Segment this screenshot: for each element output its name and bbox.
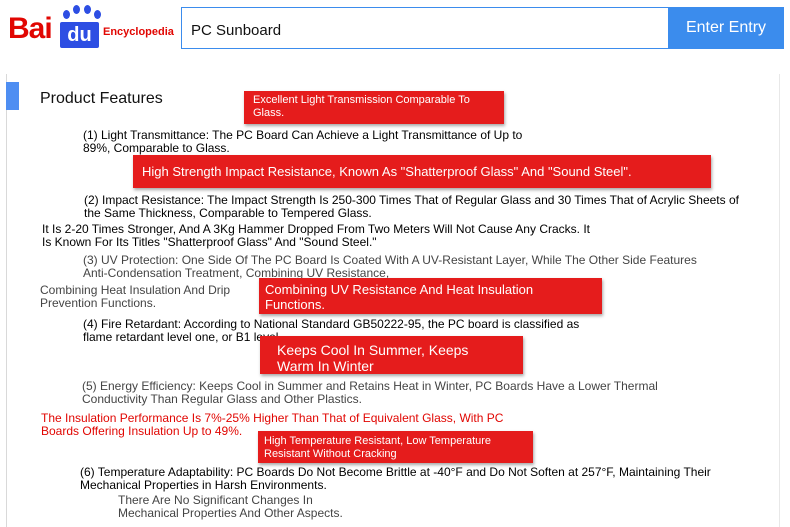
content-right-border [779, 74, 780, 527]
paragraph-temperature-adaptability: (6) Temperature Adaptability: PC Boards … [80, 465, 711, 492]
paw-toe-3 [84, 5, 91, 14]
section-title: Product Features [40, 90, 163, 107]
paragraph-impact-note: It Is 2-20 Times Stronger, And A 3Kg Ham… [42, 222, 590, 249]
callout-light-transmission: Excellent Light Transmission Comparable … [244, 91, 504, 124]
callout-temperature-resistance: High Temperature Resistant, Low Temperat… [258, 431, 533, 463]
logo-bai-text: Bai [8, 12, 53, 45]
enter-entry-button[interactable]: Enter Entry [668, 7, 784, 49]
paragraph-uv-protection: (3) UV Protection: One Side Of The PC Bo… [83, 253, 697, 280]
paw-toe-4 [94, 10, 101, 19]
paragraph-impact-resistance: (2) Impact Resistance: The Impact Streng… [84, 193, 739, 220]
section-marker [6, 82, 19, 110]
paragraph-temperature-note: There Are No Significant Changes In Mech… [118, 493, 343, 520]
callout-impact-strength: High Strength Impact Resistance, Known A… [133, 155, 711, 188]
baidu-logo[interactable]: Bai du Encyclopedia [0, 0, 180, 60]
paragraph-light-transmittance: (1) Light Transmittance: The PC Board Ca… [83, 128, 523, 155]
content-left-border [6, 74, 7, 527]
callout-uv-heat-insulation: Combining UV Resistance And Heat Insulat… [259, 278, 602, 314]
callout-cool-warm: Keeps Cool In Summer, Keeps Warm In Wint… [260, 336, 523, 374]
paragraph-uv-note: Combining Heat Insulation And Drip Preve… [40, 283, 231, 310]
search-input-value: PC Sunboard [191, 22, 282, 39]
logo-encyclopedia-text: Encyclopedia [103, 26, 174, 38]
paw-toe-2 [73, 5, 80, 14]
header-bar: Bai du Encyclopedia PC Sunboard Enter En… [0, 0, 790, 62]
paw-toe-1 [63, 10, 70, 19]
logo-du-badge: du [60, 22, 99, 48]
paragraph-energy-efficiency: (5) Energy Efficiency: Keeps Cool in Sum… [82, 379, 658, 406]
